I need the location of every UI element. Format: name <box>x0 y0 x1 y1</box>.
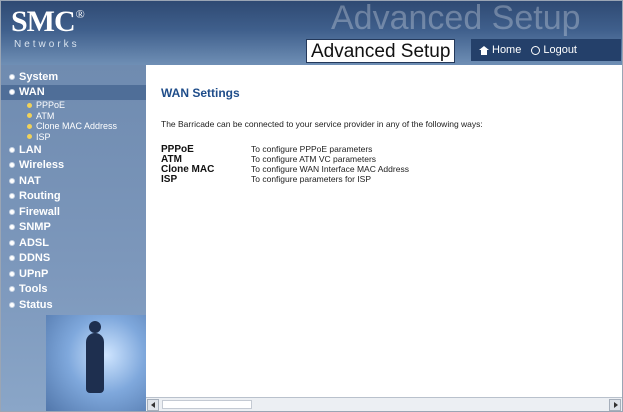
sidebar-subitem-atm[interactable]: ATM <box>1 111 146 122</box>
sidebar-item-label: System <box>19 70 59 83</box>
smc-logo: SMC® <box>11 5 85 39</box>
sidebar-item-label: Routing <box>19 190 61 203</box>
sidebar-item-label: LAN <box>19 143 42 156</box>
scroll-right-arrow-icon[interactable] <box>609 399 621 411</box>
sidebar-item-label: Status <box>19 298 53 311</box>
list-item: PPPoE To configure PPPoE parameters <box>161 144 601 155</box>
sidebar-item-snmp[interactable]: SNMP <box>1 220 146 236</box>
bullet-icon <box>9 301 15 308</box>
sidebar-item-label: Tools <box>19 283 48 296</box>
header-watermark: Advanced Setup <box>331 1 581 37</box>
sidebar-subitem-label: ATM <box>36 110 55 121</box>
option-desc: To configure parameters for ISP <box>251 174 372 184</box>
bullet-icon <box>9 208 15 215</box>
bullet-icon <box>9 193 15 200</box>
sidebar-item-label: UPnP <box>19 267 49 280</box>
sidebar-item-wan[interactable]: WAN <box>1 84 146 100</box>
logout-icon <box>531 45 541 55</box>
sidebar-item-label: WAN <box>19 86 45 99</box>
main-content: WAN Settings The Barricade can be connec… <box>146 65 622 397</box>
logout-link[interactable]: Logout <box>531 44 577 56</box>
bullet-icon <box>9 224 15 231</box>
scrollbar-thumb[interactable] <box>162 400 252 409</box>
wan-options-list: PPPoE To configure PPPoE parameters ATM To… <box>161 144 601 185</box>
list-item: ISP To configure parameters for ISP <box>161 173 601 185</box>
home-link[interactable]: Home <box>479 44 521 56</box>
header-banner: Advanced Setup SMC® Networks Advanced Se… <box>1 1 622 65</box>
scroll-left-arrow-icon[interactable] <box>147 399 159 411</box>
option-desc: To configure ATM VC parameters <box>251 154 377 164</box>
sidebar-subitem-label: Clone MAC Address <box>36 121 118 132</box>
sidebar-item-label: Firewall <box>19 205 60 218</box>
sidebar-item-upnp[interactable]: UPnP <box>1 266 146 282</box>
bullet-icon <box>9 239 15 246</box>
sidebar-item-status[interactable]: Status <box>1 297 146 313</box>
bullet-icon <box>9 89 15 96</box>
home-icon <box>479 45 489 55</box>
home-label: Home <box>492 44 522 56</box>
header-nav: Home Logout <box>471 39 621 61</box>
person-figure <box>86 333 104 393</box>
sidebar-item-nat[interactable]: NAT <box>1 173 146 189</box>
logo-subtitle: Networks <box>14 39 80 50</box>
bullet-icon <box>9 162 15 169</box>
sidebar-item-label: DDNS <box>19 252 51 265</box>
sidebar-subitem-isp[interactable]: ISP <box>1 132 146 143</box>
logo-text: SMC <box>11 5 76 38</box>
option-desc: To configure PPPoE parameters <box>251 144 373 154</box>
page-header-title: Advanced Setup <box>306 39 456 63</box>
sidebar-item-ddns[interactable]: DDNS <box>1 251 146 267</box>
bullet-icon <box>9 270 15 277</box>
bullet-icon <box>9 73 15 80</box>
option-desc: To configure WAN Interface MAC Address <box>251 164 409 174</box>
sidebar-item-adsl[interactable]: ADSL <box>1 235 146 251</box>
bullet-icon <box>9 177 15 184</box>
logout-label: Logout <box>543 44 577 56</box>
list-item: ATM To configure ATM VC parameters <box>161 154 601 165</box>
sidebar-item-lan[interactable]: LAN <box>1 142 146 158</box>
sub-bullet-icon <box>27 102 32 108</box>
sidebar-illustration <box>46 315 146 411</box>
sidebar-subitem-clone-mac[interactable]: Clone MAC Address <box>1 121 146 132</box>
sidebar-menu: System WAN PPPoE ATM Clone MAC Address I… <box>1 69 146 313</box>
intro-text: The Barricade can be connected to your s… <box>161 119 483 129</box>
sub-bullet-icon <box>27 123 32 129</box>
page-title: WAN Settings <box>161 86 240 100</box>
sidebar-subitem-label: PPPoE <box>36 100 66 111</box>
sidebar-item-system[interactable]: System <box>1 69 146 85</box>
sidebar-item-label: SNMP <box>19 221 51 234</box>
person-head <box>89 321 101 333</box>
browser-frame: Advanced Setup SMC® Networks Advanced Se… <box>0 0 623 412</box>
bullet-icon <box>9 146 15 153</box>
registered-mark: ® <box>75 7 85 21</box>
sidebar-subitem-pppoe[interactable]: PPPoE <box>1 100 146 111</box>
sidebar-item-label: ADSL <box>19 236 49 249</box>
sidebar-item-wireless[interactable]: Wireless <box>1 158 146 174</box>
sub-bullet-icon <box>27 113 32 119</box>
sidebar-item-label: Wireless <box>19 159 65 172</box>
sub-bullet-icon <box>27 134 32 140</box>
bullet-icon <box>9 286 15 293</box>
option-name: ISP <box>161 173 178 185</box>
list-item: Clone MAC To configure WAN Interface MAC … <box>161 164 601 175</box>
sidebar-item-firewall[interactable]: Firewall <box>1 204 146 220</box>
horizontal-scrollbar[interactable] <box>146 397 622 411</box>
bullet-icon <box>9 255 15 262</box>
sidebar: System WAN PPPoE ATM Clone MAC Address I… <box>1 65 146 411</box>
sidebar-subitem-label: ISP <box>36 131 51 142</box>
sidebar-item-label: NAT <box>19 174 41 187</box>
sidebar-item-routing[interactable]: Routing <box>1 189 146 205</box>
sidebar-item-tools[interactable]: Tools <box>1 282 146 298</box>
